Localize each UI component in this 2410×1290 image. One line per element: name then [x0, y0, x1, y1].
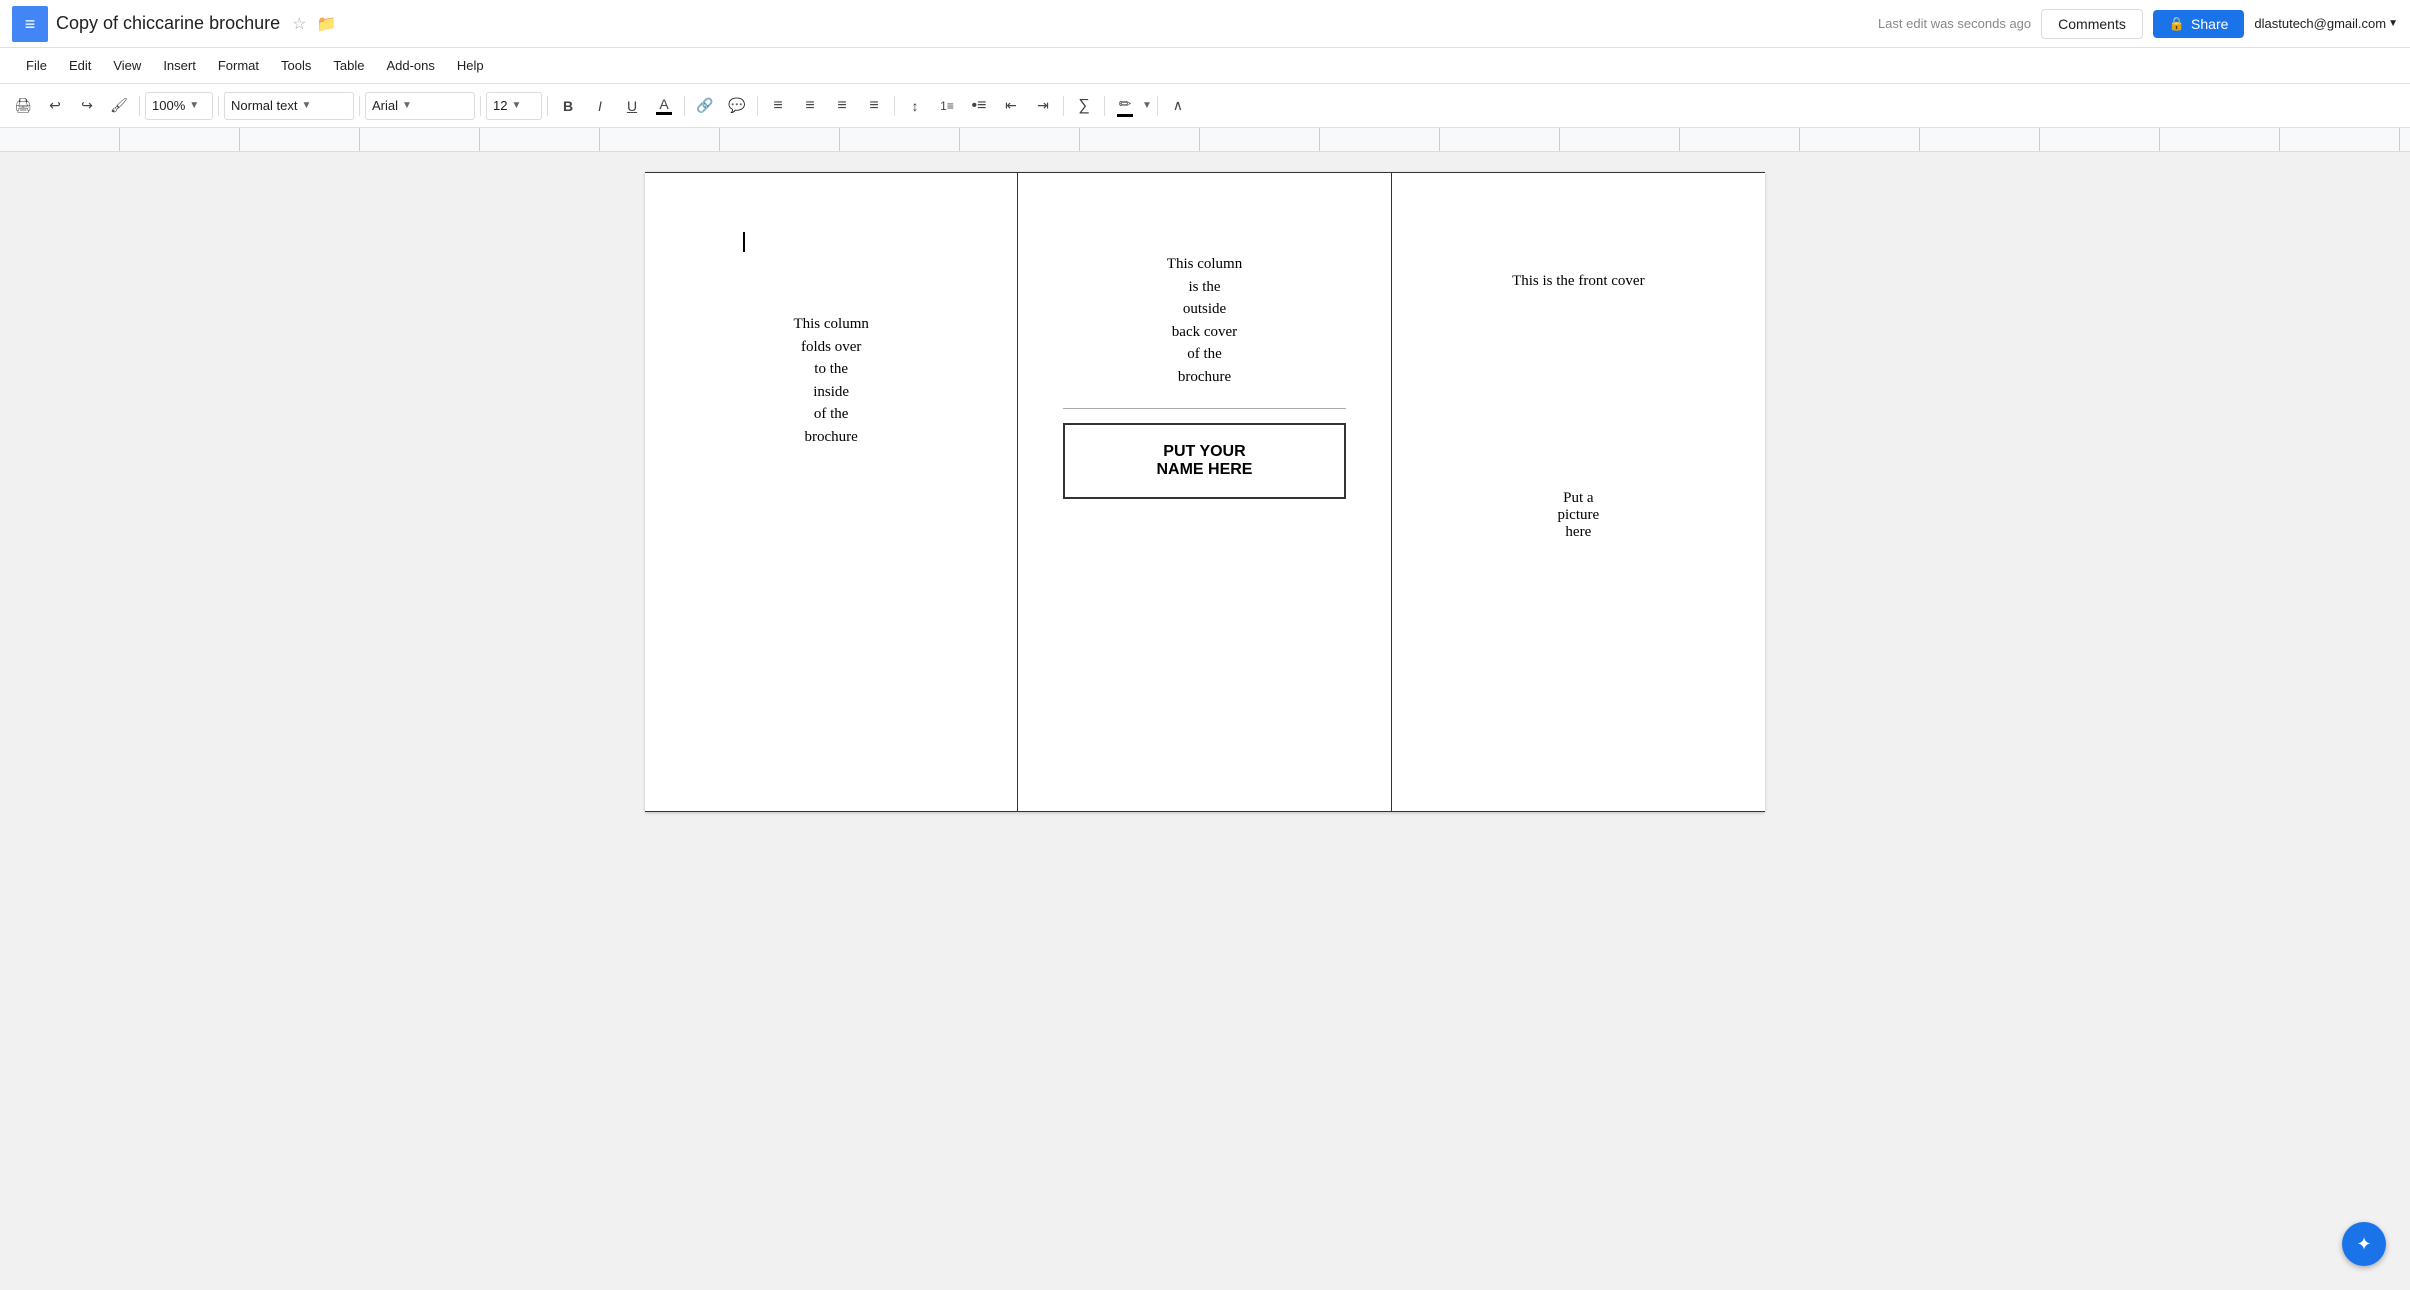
formula-button[interactable]: ∑ [1069, 91, 1099, 121]
ai-assistant-button[interactable]: ✦ [2342, 1222, 2386, 1266]
star-icon[interactable]: ☆ [292, 14, 306, 34]
font-color-letter: A [659, 97, 668, 111]
menu-format[interactable]: Format [208, 54, 269, 77]
top-bar-left: ≡ Copy of chiccarine brochure ☆ 📁 [12, 6, 336, 42]
brochure-column-2[interactable]: This column is the outside back cover of… [1018, 173, 1391, 811]
brochure-table: This column folds over to the inside of … [645, 172, 1765, 812]
col1-text: This column folds over to the inside of … [793, 313, 868, 448]
style-value: Normal text [231, 98, 297, 113]
menu-view[interactable]: View [103, 54, 151, 77]
top-bar-right: Last edit was seconds ago Comments 🔒 Sha… [1878, 9, 2398, 39]
divider-7 [757, 96, 758, 116]
divider-11 [1157, 96, 1158, 116]
zoom-value: 100% [152, 98, 185, 113]
lock-icon: 🔒 [2169, 16, 2185, 32]
share-label: Share [2191, 16, 2228, 32]
folder-icon[interactable]: 📁 [316, 14, 336, 34]
line-spacing-button[interactable]: ↕ [900, 91, 930, 121]
divider-2 [218, 96, 219, 116]
italic-button[interactable]: I [585, 91, 615, 121]
redo-button[interactable]: ↪ [72, 91, 102, 121]
print-button[interactable]: 🖨 [8, 91, 38, 121]
user-email-text: dlastutech@gmail.com [2254, 16, 2386, 31]
last-edit-status: Last edit was seconds ago [1878, 16, 2031, 31]
top-bar: ≡ Copy of chiccarine brochure ☆ 📁 Last e… [0, 0, 2410, 48]
divider-5 [547, 96, 548, 116]
style-select[interactable]: Normal text ▼ [224, 92, 354, 120]
pen-color-button[interactable]: ✏ [1110, 91, 1140, 121]
size-select[interactable]: 12 ▼ [486, 92, 542, 120]
align-center-button[interactable]: ≡ [795, 91, 825, 121]
align-right-button[interactable]: ≡ [827, 91, 857, 121]
style-arrow: ▼ [301, 100, 311, 111]
col2-content: This column is the outside back cover of… [1018, 173, 1390, 531]
hamburger-icon: ≡ [25, 15, 36, 33]
app-menu-button[interactable]: ≡ [12, 6, 48, 42]
pen-color-arrow[interactable]: ▼ [1142, 100, 1152, 111]
paint-format-button[interactable]: 🖌 [104, 91, 134, 121]
brochure-column-3[interactable]: This is the front cover Put a picture he… [1392, 173, 1765, 811]
divider-1 [139, 96, 140, 116]
menu-bar: File Edit View Insert Format Tools Table… [0, 48, 2410, 84]
link-button[interactable]: 🔗 [690, 91, 720, 121]
bold-button[interactable]: B [553, 91, 583, 121]
undo-button[interactable]: ↩ [40, 91, 70, 121]
font-value: Arial [372, 98, 398, 113]
size-arrow: ▼ [511, 100, 521, 111]
menu-help[interactable]: Help [447, 54, 494, 77]
pen-color-bar [1117, 114, 1133, 117]
col2-divider [1063, 408, 1345, 409]
divider-6 [684, 96, 685, 116]
divider-3 [359, 96, 360, 116]
menu-addons[interactable]: Add-ons [376, 54, 444, 77]
menu-table[interactable]: Table [323, 54, 374, 77]
front-cover-text: This is the front cover [1512, 273, 1644, 290]
size-value: 12 [493, 98, 507, 113]
align-justify-button[interactable]: ≡ [859, 91, 889, 121]
user-account[interactable]: dlastutech@gmail.com ▼ [2254, 16, 2398, 31]
collapse-toolbar-button[interactable]: ∧ [1163, 91, 1193, 121]
picture-placeholder-text: Put a picture here [1558, 490, 1600, 541]
font-color-bar [656, 112, 672, 115]
ruler-inner [0, 128, 2410, 151]
divider-9 [1063, 96, 1064, 116]
toolbar: 🖨 ↩ ↪ 🖌 100% ▼ Normal text ▼ Arial ▼ 12 … [0, 84, 2410, 128]
divider-10 [1104, 96, 1105, 116]
sparkle-icon: ✦ [2356, 1234, 2371, 1255]
menu-insert[interactable]: Insert [153, 54, 206, 77]
name-box-text: PUT YOUR NAME HERE [1075, 443, 1333, 479]
unordered-list-button[interactable]: •≡ [964, 91, 994, 121]
divider-8 [894, 96, 895, 116]
zoom-select[interactable]: 100% ▼ [145, 92, 213, 120]
font-select[interactable]: Arial ▼ [365, 92, 475, 120]
document-title[interactable]: Copy of chiccarine brochure [56, 13, 280, 34]
align-left-button[interactable]: ≡ [763, 91, 793, 121]
document-area[interactable]: This column folds over to the inside of … [0, 152, 2410, 1290]
comment-button[interactable]: 💬 [722, 91, 752, 121]
pen-icon: ✏ [1119, 95, 1132, 113]
underline-button[interactable]: U [617, 91, 647, 121]
col2-top-text: This column is the outside back cover of… [1038, 253, 1370, 388]
menu-file[interactable]: File [16, 54, 57, 77]
divider-4 [480, 96, 481, 116]
comments-button[interactable]: Comments [2041, 9, 2143, 39]
brochure-column-1[interactable]: This column folds over to the inside of … [645, 173, 1018, 811]
indent-decrease-button[interactable]: ⇤ [996, 91, 1026, 121]
indent-increase-button[interactable]: ⇥ [1028, 91, 1058, 121]
font-color-button[interactable]: A [649, 91, 679, 121]
name-box[interactable]: PUT YOUR NAME HERE [1063, 423, 1345, 499]
font-arrow: ▼ [402, 100, 412, 111]
document-page: This column folds over to the inside of … [645, 172, 1765, 812]
dropdown-arrow: ▼ [2388, 18, 2398, 29]
ruler [0, 128, 2410, 152]
ordered-list-button[interactable]: 1≡ [932, 91, 962, 121]
menu-tools[interactable]: Tools [271, 54, 321, 77]
share-button[interactable]: 🔒 Share [2153, 10, 2245, 38]
zoom-arrow: ▼ [189, 100, 199, 111]
menu-edit[interactable]: Edit [59, 54, 101, 77]
